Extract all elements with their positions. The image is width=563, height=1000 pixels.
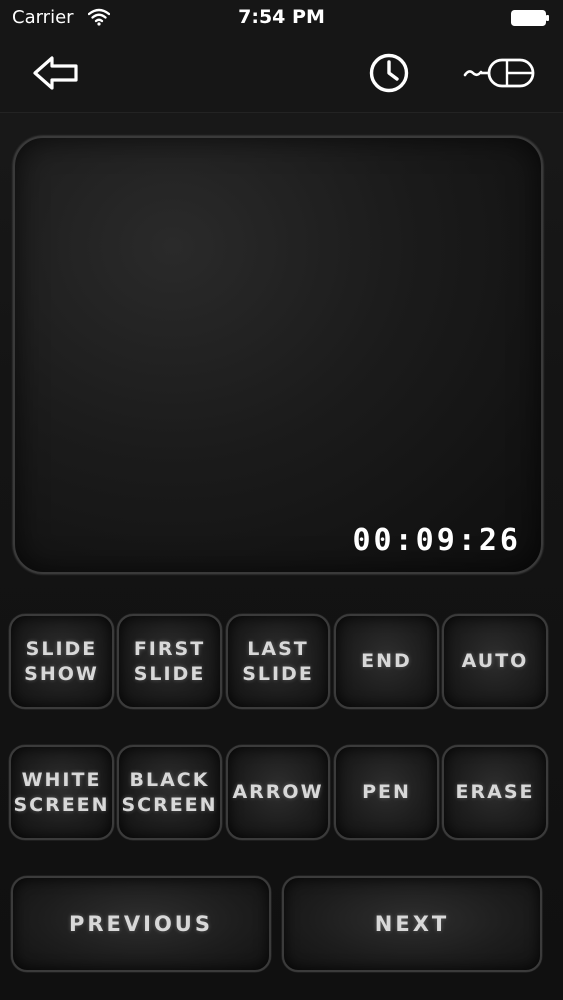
status-bar: Carrier 7:54 PM [0,0,563,36]
clock-icon [369,53,409,93]
battery-icon [511,10,549,26]
presentation-remote-app: Carrier 7:54 PM 00:09:26 SLIDE SHOW FIRS… [0,0,563,1000]
back-button[interactable] [28,50,84,96]
status-time: 7:54 PM [238,6,325,28]
last-slide-button[interactable]: LAST SLIDE [226,614,330,709]
history-button[interactable] [364,50,414,96]
elapsed-timer: 00:09:26 [352,523,521,558]
pen-button[interactable]: PEN [334,745,439,840]
arrow-button[interactable]: ARROW [226,745,330,840]
next-button[interactable]: NEXT [282,876,542,972]
previous-button[interactable]: PREVIOUS [11,876,271,972]
presentation-preview[interactable]: 00:09:26 [13,136,543,574]
back-arrow-icon [33,56,78,90]
end-button[interactable]: END [334,614,439,709]
slide-show-button[interactable]: SLIDE SHOW [9,614,114,709]
first-slide-button[interactable]: FIRST SLIDE [117,614,222,709]
black-screen-button[interactable]: BLACK SCREEN [117,745,222,840]
white-screen-button[interactable]: WHITE SCREEN [9,745,114,840]
nav-bar [0,36,563,113]
auto-button[interactable]: AUTO [442,614,548,709]
mouse-mode-button[interactable] [460,50,540,96]
mouse-icon [463,58,535,88]
erase-button[interactable]: ERASE [442,745,548,840]
